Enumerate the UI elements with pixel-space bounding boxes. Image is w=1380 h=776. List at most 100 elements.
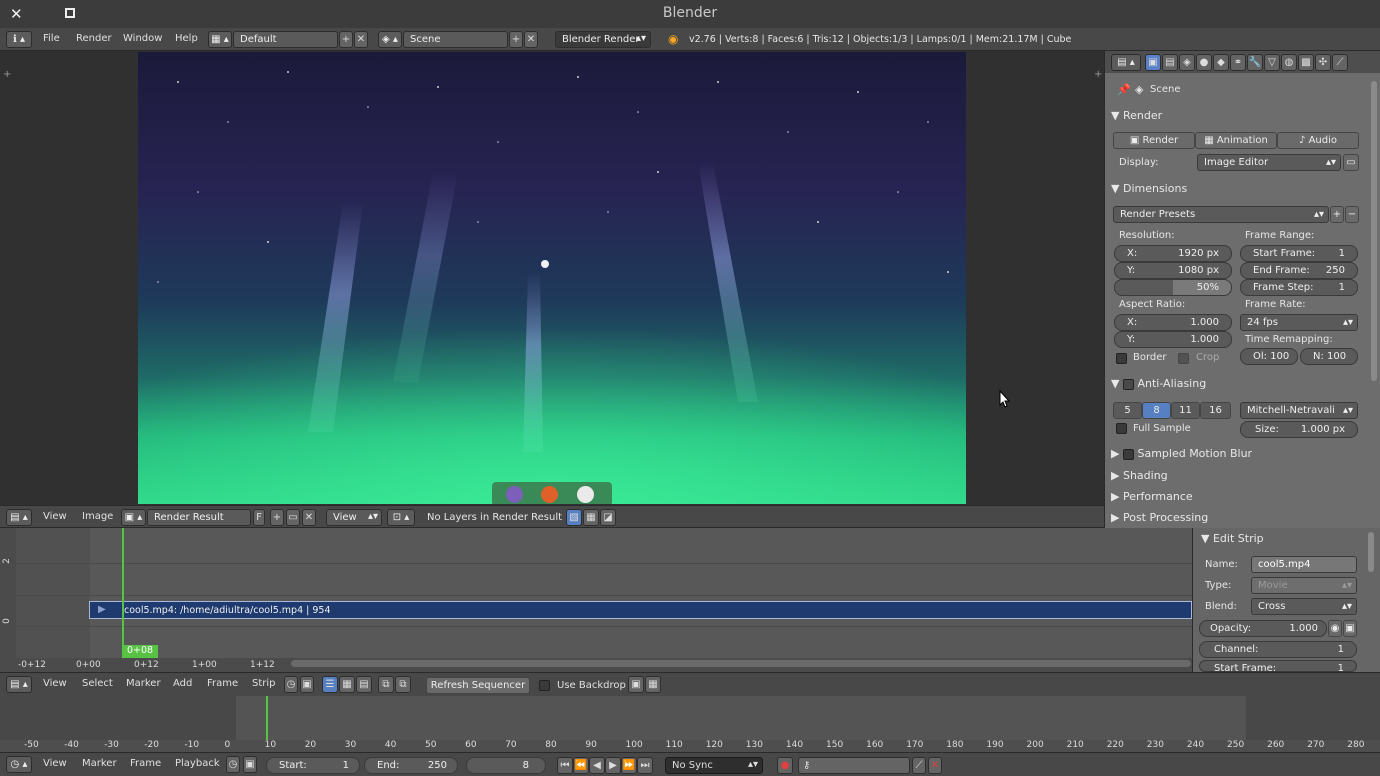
keying-set-field[interactable]: ⚷ bbox=[798, 757, 910, 774]
antialiasing-checkbox[interactable] bbox=[1122, 378, 1134, 390]
overlay-icon[interactable]: ⧉ bbox=[378, 676, 394, 693]
strip-lock-icon[interactable]: ▣ bbox=[1343, 620, 1357, 637]
sequencer-area[interactable]: 2 0 ▶ cool5.mp4: /home/adiultra/cool5.mp… bbox=[0, 528, 1192, 672]
tl-menu-view[interactable]: View bbox=[43, 758, 67, 769]
timeline-ruler[interactable]: -50 -40 -30 -20 -10 0 10 20 30 40 50 60 70 80 90 100 110… bbox=[0, 740, 1380, 752]
tl-menu-frame[interactable]: Frame bbox=[130, 758, 161, 769]
aa-filter-select[interactable]: Mitchell-Netravali ▴▾ bbox=[1240, 402, 1358, 419]
timeline-area[interactable]: -50 -40 -30 -20 -10 0 10 20 30 40 50 60 70 80 90 100 110… bbox=[0, 696, 1380, 752]
remove-layout-button[interactable]: ✕ bbox=[354, 31, 368, 48]
image-browse-icon[interactable]: ▣ ▴ bbox=[121, 509, 146, 526]
resolution-x-field[interactable]: X: 1920 px bbox=[1114, 245, 1232, 262]
filter-size-field[interactable]: Size: 1.000 px bbox=[1240, 421, 1358, 438]
data-tab-icon[interactable]: ▽ bbox=[1264, 54, 1280, 71]
physics-tab-icon[interactable]: ⟋ bbox=[1332, 54, 1348, 71]
full-sample-checkbox[interactable] bbox=[1116, 423, 1127, 434]
draw-channels-color-icon[interactable]: ▧ bbox=[566, 509, 582, 526]
edit-strip-panel-header[interactable]: ▼ Edit Strip bbox=[1201, 532, 1371, 550]
performance-panel-header[interactable]: ▶ Performance bbox=[1111, 490, 1367, 508]
clock-icon[interactable]: ◷ bbox=[284, 676, 298, 693]
render-still-icon[interactable]: ▣ bbox=[628, 676, 644, 693]
animation-button[interactable]: ▦ Animation bbox=[1195, 132, 1277, 149]
tl-end-field[interactable]: End: 250 bbox=[364, 757, 458, 774]
frame-rate-select[interactable]: 24 fps ▴▾ bbox=[1240, 314, 1358, 331]
menu-render[interactable]: Render bbox=[76, 33, 112, 44]
scene-field[interactable]: Scene bbox=[403, 31, 508, 48]
world-tab-icon[interactable]: ● bbox=[1196, 54, 1212, 71]
post-processing-panel-header[interactable]: ▶ Post Processing bbox=[1111, 511, 1367, 529]
open-image-icon[interactable]: ▭ bbox=[286, 509, 300, 526]
toolbar-toggle-plus-icon[interactable]: + bbox=[3, 69, 11, 80]
properties-scrollbar[interactable] bbox=[1371, 81, 1377, 381]
constraints-tab-icon[interactable]: ⚭ bbox=[1230, 54, 1246, 71]
seq-menu-marker[interactable]: Marker bbox=[126, 678, 161, 689]
screen-layout-icon[interactable]: ▦ ▴ bbox=[208, 31, 232, 48]
seq-menu-strip[interactable]: Strip bbox=[252, 678, 276, 689]
lock-range-icon[interactable]: ▣ bbox=[243, 756, 257, 773]
editor-type-image-button[interactable]: ▤ ▴ bbox=[6, 509, 32, 526]
sync-mode-select[interactable]: No Sync ▴▾ bbox=[665, 757, 763, 774]
display-select[interactable]: Image Editor ▴▾ bbox=[1197, 154, 1341, 171]
new-image-button[interactable]: + bbox=[270, 509, 284, 526]
scene-tab-icon[interactable]: ◈ bbox=[1179, 54, 1195, 71]
render-layers-tab-icon[interactable]: ▤ bbox=[1162, 54, 1178, 71]
draw-channels-alpha-icon[interactable]: ▦ bbox=[583, 509, 599, 526]
editor-type-timeline-button[interactable]: ◷ ▴ bbox=[6, 756, 32, 773]
time-remap-new-field[interactable]: N: 100 bbox=[1300, 348, 1358, 365]
refresh-sequencer-button[interactable]: Refresh Sequencer bbox=[426, 677, 530, 694]
remove-scene-button[interactable]: ✕ bbox=[524, 31, 538, 48]
border-checkbox[interactable] bbox=[1116, 353, 1127, 364]
texture-tab-icon[interactable]: ▩ bbox=[1298, 54, 1314, 71]
tl-menu-playback[interactable]: Playback bbox=[175, 758, 220, 769]
firefox-icon[interactable] bbox=[541, 486, 558, 503]
menu-image[interactable]: Image bbox=[82, 511, 113, 522]
camera-icon[interactable] bbox=[577, 486, 594, 503]
jump-end-icon[interactable]: ⏭ bbox=[637, 757, 653, 774]
motion-blur-checkbox[interactable] bbox=[1122, 448, 1134, 460]
strip-blend-select[interactable]: Cross ▴▾ bbox=[1251, 598, 1357, 615]
render-button[interactable]: ▣ Render bbox=[1113, 132, 1195, 149]
preview-range-icon[interactable]: ◷ bbox=[226, 756, 240, 773]
render-panel-header[interactable]: ▼ Render bbox=[1111, 109, 1367, 127]
particles-tab-icon[interactable]: ✣ bbox=[1315, 54, 1331, 71]
dimensions-panel-header[interactable]: ▼ Dimensions bbox=[1111, 182, 1367, 200]
unlink-image-button[interactable]: ✕ bbox=[302, 509, 316, 526]
end-frame-field[interactable]: End Frame: 250 bbox=[1240, 262, 1358, 279]
tl-start-field[interactable]: Start: 1 bbox=[266, 757, 360, 774]
material-tab-icon[interactable]: ◍ bbox=[1281, 54, 1297, 71]
aa-samples-16[interactable]: 16 bbox=[1200, 402, 1231, 419]
object-tab-icon[interactable]: ◆ bbox=[1213, 54, 1229, 71]
pivot-icon[interactable]: ⊡ ▴ bbox=[387, 509, 415, 526]
image-name-field[interactable]: Render Result bbox=[147, 509, 251, 526]
menu-view[interactable]: View bbox=[43, 511, 67, 522]
fake-user-button[interactable]: F bbox=[253, 509, 265, 526]
resolution-percentage-slider[interactable]: 50% bbox=[1114, 279, 1232, 296]
display-window-icon[interactable]: ▭ bbox=[1343, 154, 1359, 171]
shading-panel-header[interactable]: ▶ Shading bbox=[1111, 469, 1367, 487]
render-engine-select[interactable]: Blender Render ▴▾ bbox=[555, 31, 651, 48]
menu-help[interactable]: Help bbox=[175, 33, 198, 44]
draw-channels-z-icon[interactable]: ◪ bbox=[600, 509, 616, 526]
lock-icon[interactable]: ▣ bbox=[300, 676, 314, 693]
strip-mute-eye-icon[interactable]: ◉ bbox=[1328, 620, 1342, 637]
render-anim-icon[interactable]: ▦ bbox=[645, 676, 661, 693]
antialiasing-panel-header[interactable]: ▼ Anti-Aliasing bbox=[1111, 377, 1367, 395]
aspect-x-field[interactable]: X: 1.000 bbox=[1114, 314, 1232, 331]
add-scene-button[interactable]: + bbox=[509, 31, 523, 48]
menu-window[interactable]: Window bbox=[123, 33, 162, 44]
insert-keyframe-icon[interactable]: ⟋ bbox=[912, 757, 926, 774]
tl-menu-marker[interactable]: Marker bbox=[82, 758, 117, 769]
strip-channel-field[interactable]: Channel: 1 bbox=[1199, 641, 1357, 658]
crop-checkbox[interactable] bbox=[1178, 353, 1189, 364]
editor-type-properties-button[interactable]: ▤ ▴ bbox=[1111, 54, 1141, 71]
start-frame-field[interactable]: Start Frame: 1 bbox=[1240, 245, 1358, 262]
seq-horizontal-scrollbar[interactable] bbox=[291, 660, 1191, 667]
tl-current-frame-field[interactable]: 8 bbox=[466, 757, 546, 774]
aa-samples-11[interactable]: 11 bbox=[1171, 402, 1200, 419]
current-frame-indicator[interactable] bbox=[122, 528, 124, 658]
strip-opacity-slider[interactable]: Opacity: 1.000 bbox=[1199, 620, 1327, 637]
seq-menu-view[interactable]: View bbox=[43, 678, 67, 689]
add-layout-button[interactable]: + bbox=[339, 31, 353, 48]
seq-menu-frame[interactable]: Frame bbox=[207, 678, 238, 689]
movie-strip[interactable]: ▶ cool5.mp4: /home/adiultra/cool5.mp4 | … bbox=[89, 601, 1192, 619]
